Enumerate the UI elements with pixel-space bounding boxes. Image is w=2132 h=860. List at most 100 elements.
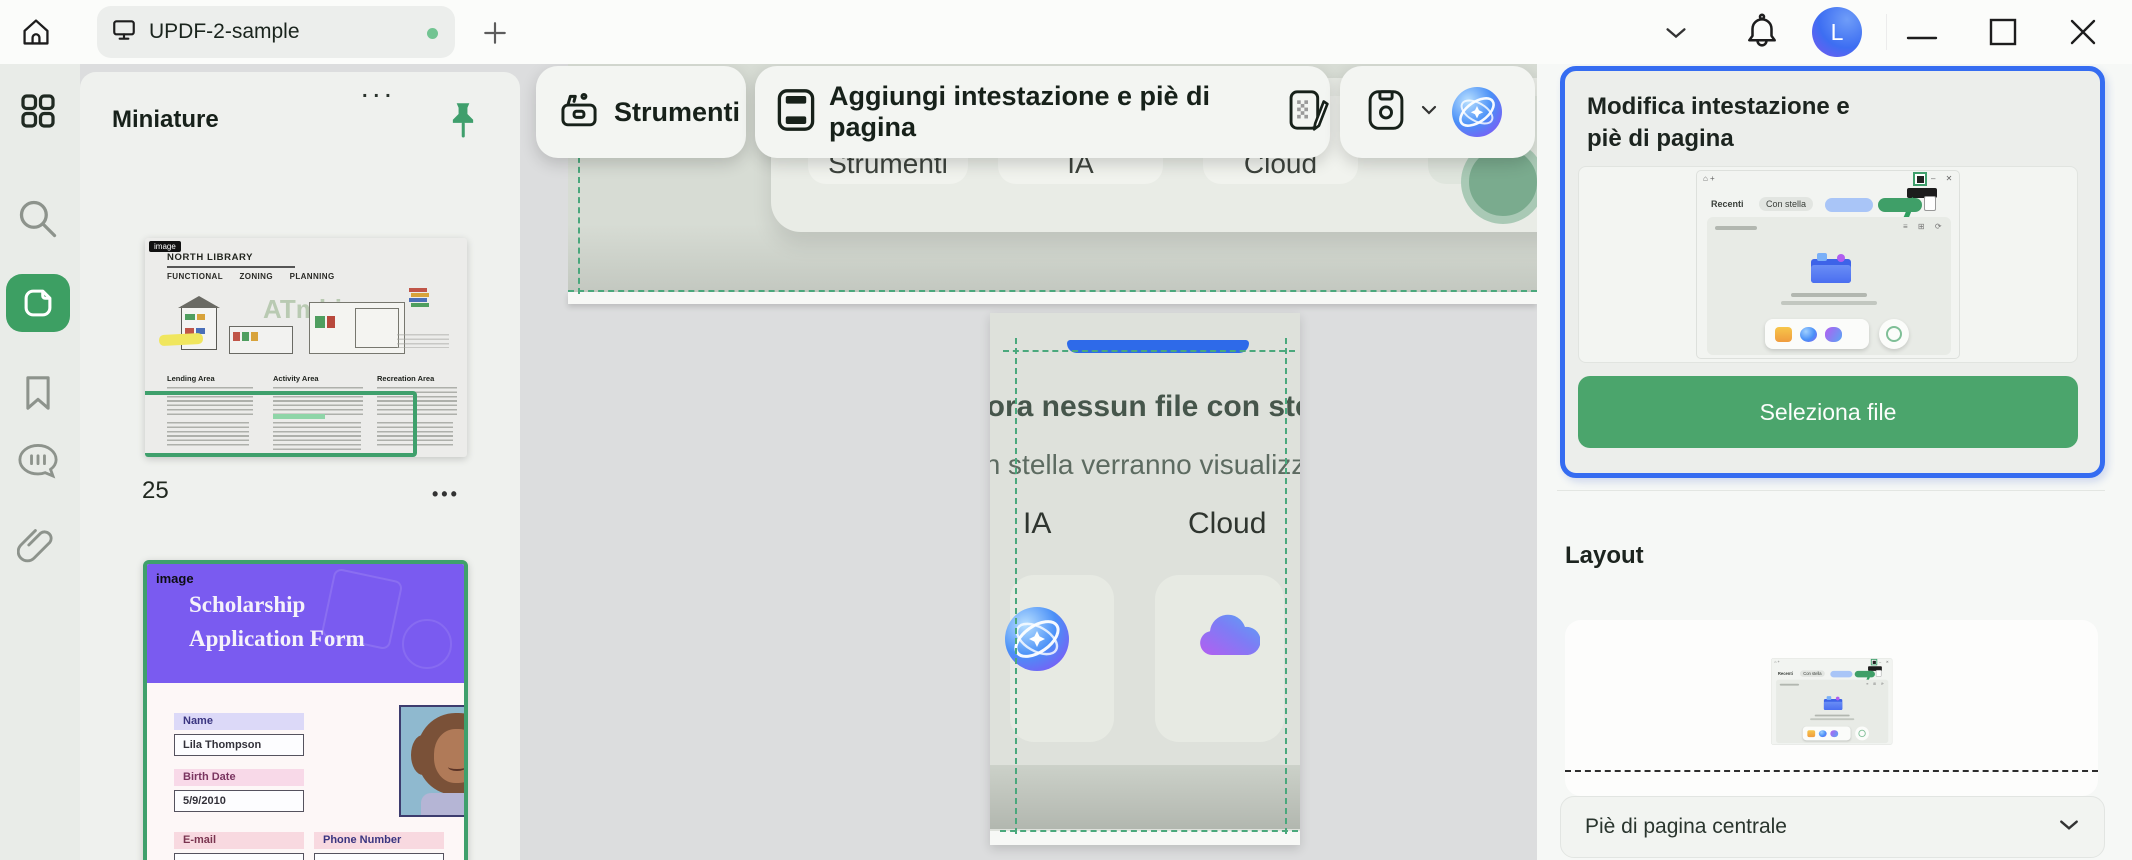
cloud-icon [1198, 613, 1261, 664]
mini-highlighted-icon [1913, 172, 1927, 186]
phone-field [314, 853, 444, 860]
collapse-toolbar-icon[interactable] [1664, 24, 1688, 47]
margin-guide-vertical [1285, 338, 1287, 834]
sidebar-item-comments[interactable] [6, 432, 70, 490]
layout-mini-wrapper: ⌂ + – ✕ Recenti Con stella ≡ ⊞ ⟳ [1771, 658, 1893, 745]
save-icon[interactable] [1366, 88, 1406, 137]
image-tag: image [156, 571, 194, 586]
applicant-photo [399, 705, 464, 817]
monitor-icon [111, 17, 137, 48]
header-guide-line [1003, 350, 1295, 352]
mini-tab-starred: Con stella [1759, 197, 1814, 211]
image-tag: image [149, 241, 181, 252]
document-canvas: Strumenti IA Cloud cora nessun file con … [520, 64, 1537, 860]
chevron-down-icon [2058, 818, 2080, 837]
footer-guide-line [568, 290, 1537, 292]
footer-position-dashed-line [1565, 770, 2098, 772]
divider [1886, 14, 1887, 50]
page-more-menu[interactable]: ••• [432, 484, 460, 505]
phone-label: Phone Number [314, 832, 444, 849]
mini-highlighted-icon [1870, 658, 1878, 666]
mini-titlebar: ⌂ + [1703, 174, 1715, 183]
mini-screenshot: ⌂ + – ✕ Recenti Con stella ≡ ⊞ ⟳ [1696, 170, 1960, 359]
header-footer-toolbar: Aggiungi intestazione e piè di pagina [755, 66, 1330, 158]
footer-position-value: Piè di pagina centrale [1585, 815, 1787, 838]
thumb-doc-tabs: FUNCTIONAL ZONING PLANNING [167, 272, 335, 281]
unsaved-dot [427, 28, 438, 39]
birth-date-label: Birth Date [174, 769, 304, 786]
toolbox-icon [558, 89, 600, 136]
email-field [174, 853, 304, 860]
wizard-preview-card: ⌂ + – ✕ Recenti Con stella ≡ ⊞ ⟳ [1578, 166, 2078, 363]
name-field: Lila Thompson [174, 734, 304, 756]
edit-pattern-icon[interactable] [1286, 87, 1330, 138]
sidebar-item-apps[interactable] [6, 82, 70, 140]
tools-button[interactable]: Strumenti [536, 66, 746, 158]
sidebar-item-thumbnails[interactable] [6, 274, 70, 332]
new-tab-button[interactable] [482, 20, 508, 51]
panel-title: Miniature [112, 106, 219, 133]
sidebar [0, 64, 80, 860]
thumbnails-panel: ... Miniature image NORTH LIBRARY FUNCTI… [80, 72, 520, 860]
wizard-title-line1: Modifica intestazione e [1587, 93, 1850, 120]
save-toolbar [1340, 66, 1535, 158]
page-bottom-margin [990, 831, 1300, 845]
mini-blue-button [1825, 198, 1873, 212]
page-shadow-band [568, 224, 1537, 292]
page-text-line2: n stella verranno visualizz [990, 449, 1300, 480]
close-button[interactable] [2068, 17, 2098, 52]
page-thumbnail-scholarship[interactable]: image Scholarship Application Form Name … [143, 560, 468, 860]
mini-history-button [1879, 319, 1909, 349]
sidebar-item-attachments[interactable] [6, 516, 70, 574]
mini-folder-icon [1811, 253, 1851, 285]
mini-tab-recent: Recenti [1711, 199, 1744, 209]
layout-section-title: Layout [1565, 542, 1644, 569]
birth-date-field: 5/9/2010 [174, 790, 304, 812]
page-card-label: IA [1023, 507, 1052, 540]
tab-title: UPDF-2-sample [149, 20, 300, 43]
ai-assistant-button[interactable] [1452, 87, 1502, 137]
minimize-button[interactable] [1906, 28, 1938, 46]
layout-preview-card[interactable]: ⌂ + – ✕ Recenti Con stella ≡ ⊞ ⟳ [1565, 620, 2098, 796]
divider [1557, 490, 2105, 491]
tools-label: Strumenti [614, 96, 741, 127]
select-file-button[interactable]: Seleziona file [1578, 376, 2078, 448]
mini-window-controls: – ✕ [1931, 174, 1957, 183]
page-number: 25 [142, 477, 169, 504]
header-footer-icon[interactable] [775, 87, 817, 138]
maximize-button[interactable] [1988, 17, 2018, 52]
email-label: E-mail [174, 832, 304, 849]
page-text-line1: cora nessun file con stel [990, 390, 1300, 423]
sidebar-item-bookmarks[interactable] [6, 364, 70, 422]
notifications-bell-icon[interactable] [1744, 13, 1780, 56]
avatar[interactable]: L [1812, 7, 1862, 57]
footer-guide-line [1000, 830, 1298, 832]
document-tab[interactable]: UPDF-2-sample [97, 6, 455, 58]
mini-dock [1765, 319, 1869, 349]
page-bottom-margin [568, 292, 1537, 304]
page-selection-rect [145, 391, 417, 457]
pdf-page-portrait[interactable]: cora nessun file con stel n stella verra… [990, 313, 1300, 845]
title-bar: UPDF-2-sample L [0, 0, 2132, 64]
save-dropdown-chevron-icon[interactable] [1420, 103, 1438, 121]
margin-guide-vertical [1015, 338, 1017, 834]
thumb-doc-title: NORTH LIBRARY [167, 252, 254, 263]
form-title-line2: Application Form [189, 626, 365, 651]
page-card-label: Cloud [1188, 507, 1267, 540]
form-title-line1: Scholarship [189, 592, 306, 617]
home-icon[interactable] [20, 16, 52, 53]
wizard-title-line2: piè di pagina [1587, 125, 1734, 152]
mini-file-area: ≡ ⊞ ⟳ [1707, 217, 1951, 355]
page-shadow-band [990, 765, 1300, 829]
mini-screenshot: ⌂ + – ✕ Recenti Con stella ≡ ⊞ ⟳ [1771, 658, 1893, 745]
footer-position-select[interactable]: Piè di pagina centrale [1560, 796, 2105, 858]
name-label: Name [174, 713, 304, 730]
form-header: image Scholarship Application Form [147, 564, 464, 683]
panel-drag-handle[interactable]: ... [362, 80, 397, 103]
sidebar-item-search[interactable] [6, 190, 70, 248]
right-panel: Modifica intestazione e piè di pagina ⌂ … [1537, 64, 2132, 860]
header-footer-label: Aggiungi intestazione e piè di pagina [829, 81, 1211, 142]
page-thumbnail-25[interactable]: image NORTH LIBRARY FUNCTIONAL ZONING PL… [145, 238, 467, 457]
pin-icon[interactable] [450, 102, 476, 145]
header-footer-wizard-card: Modifica intestazione e piè di pagina ⌂ … [1560, 66, 2105, 478]
